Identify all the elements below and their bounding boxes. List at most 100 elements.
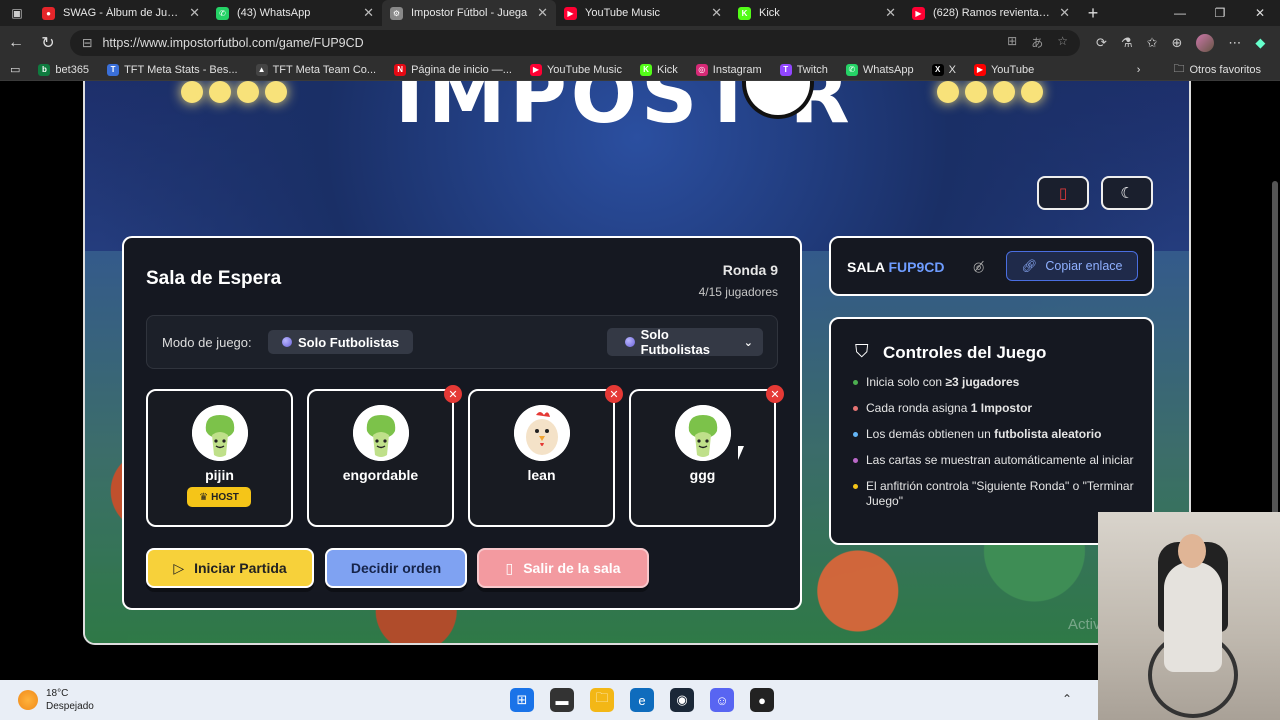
collections-icon[interactable]: ⊕ (1171, 35, 1182, 51)
translate-icon[interactable]: あ (1031, 34, 1043, 51)
start-icon[interactable]: ⊞ (510, 688, 534, 712)
stadium-light-left-icon (181, 81, 287, 103)
host-badge: ♛ HOST (187, 487, 251, 507)
browser-tab[interactable]: ⚙ Impostor Fútbol - Juega ✕ (382, 0, 556, 26)
apps-icon[interactable]: ⊞ (1007, 34, 1017, 51)
room-code-card: SALA FUP9CD ◎̸ 🔗︎ Copiar enlace (829, 236, 1154, 296)
back-icon[interactable]: ← (0, 34, 32, 52)
moon-icon: ☾ (1120, 185, 1134, 202)
task-view-icon[interactable]: ▬ (550, 688, 574, 712)
close-icon[interactable]: ✕ (885, 5, 896, 21)
bookmark-item[interactable]: XX (923, 63, 965, 76)
browser-tab[interactable]: ● SWAG - Álbum de Justin ✕ (34, 0, 208, 26)
temperature: 18°C (46, 688, 69, 699)
bookmark-item[interactable]: T Twitch (771, 63, 837, 76)
bookmark-item[interactable]: ▲ TFT Meta Team Co... (247, 63, 386, 76)
bookmark-item[interactable]: N Página de inicio —... (385, 63, 521, 76)
sidebar-toggle-icon[interactable]: ▭ (0, 63, 29, 76)
more-bookmarks-icon[interactable]: › (1137, 64, 1141, 76)
browser-tab[interactable]: ✆ (43) WhatsApp ✕ (208, 0, 382, 26)
mode-select[interactable]: Solo Futbolistas ⌄ (607, 327, 763, 357)
close-icon[interactable]: ✕ (711, 5, 722, 21)
other-favorites[interactable]: 🗀 Otros favoritos (1164, 60, 1270, 79)
close-icon: ✕ (770, 388, 780, 401)
restore-icon[interactable]: ❐ (1200, 0, 1240, 26)
player-name: lean (527, 467, 556, 483)
copy-link-button[interactable]: 🔗︎ Copiar enlace (1006, 251, 1138, 281)
close-icon[interactable]: ✕ (1059, 5, 1070, 21)
remove-player-button[interactable]: ✕ (605, 385, 623, 403)
split-icon[interactable]: ⚗ (1121, 35, 1133, 51)
bookmark-item[interactable]: b bet365 (29, 63, 98, 76)
steam-icon[interactable]: ◉ (670, 688, 694, 712)
reload-icon[interactable]: ↻ (32, 33, 64, 53)
discord-icon[interactable]: ☺ (710, 688, 734, 712)
profile-avatar[interactable] (1196, 33, 1215, 52)
close-icon: ✕ (448, 388, 458, 401)
close-icon[interactable]: ✕ (363, 5, 374, 21)
exit-door-button[interactable]: ▯ (1037, 176, 1089, 210)
player-name: engordable (342, 467, 419, 483)
play-icon: ▷ (173, 559, 185, 576)
bookmark-favicon-icon: K (639, 63, 652, 76)
remove-player-button[interactable]: ✕ (444, 385, 462, 403)
eye-off-icon[interactable]: ◎̸ (973, 259, 984, 275)
window-menu-icon[interactable]: ▣ (0, 0, 34, 26)
bookmark-label: Página de inicio —... (411, 63, 512, 76)
more-icon[interactable]: ⋯ (1228, 35, 1241, 51)
shield-icon: ⛉ (855, 341, 869, 361)
star-icon[interactable]: ☆ (1057, 34, 1068, 51)
browser-tab[interactable]: ▶ (628) Ramos revienta 'Tik ✕ (904, 0, 1078, 26)
bookmark-item[interactable]: ◎ Instagram (687, 63, 771, 76)
bookmark-favicon-icon: X (931, 63, 944, 76)
bookmark-favicon-icon: b (38, 63, 51, 76)
copilot-icon[interactable]: ◆ (1255, 35, 1265, 51)
bookmark-label: TFT Meta Team Co... (272, 63, 377, 76)
start-game-button[interactable]: ▷ Iniciar Partida (146, 548, 314, 588)
url-field[interactable]: ⊟ https://www.impostorfutbol.com/game/FU… (70, 29, 1080, 56)
extensions-icon[interactable]: ⟳ (1096, 35, 1107, 51)
leave-room-button[interactable]: ▯ Salir de la sala (477, 548, 649, 588)
browser-tab[interactable]: K Kick ✕ (730, 0, 904, 26)
bookmark-label: Instagram (712, 63, 762, 76)
bookmark-item[interactable]: ▶ YouTube Music (521, 63, 631, 76)
minimize-icon[interactable]: — (1160, 0, 1200, 26)
stadium-light-right-icon (937, 81, 1043, 103)
rule-item: Los demás obtienen un futbolista aleator… (853, 427, 1138, 442)
bookmark-item[interactable]: K Kick (631, 63, 687, 76)
bullet-icon (853, 406, 858, 411)
bookmark-label: YouTube (990, 63, 1035, 76)
file-explorer-icon[interactable]: 🗀 (590, 688, 614, 712)
browser-tab[interactable]: ▶ YouTube Music ✕ (556, 0, 730, 26)
url-text: https://www.impostorfutbol.com/game/FUP9… (102, 35, 364, 50)
weather-condition: Despejado (46, 701, 94, 712)
bookmark-item[interactable]: ✆ WhatsApp (837, 63, 923, 76)
link-icon: 🔗︎ (1021, 258, 1038, 273)
close-icon[interactable]: ✕ (189, 5, 200, 21)
tray-chevron-up-icon[interactable]: ⌃ (1062, 692, 1072, 706)
decide-order-button[interactable]: Decidir orden (325, 548, 467, 588)
theme-toggle-button[interactable]: ☾ (1101, 176, 1153, 210)
player-avatar (353, 405, 409, 461)
game-mode-panel: Modo de juego: Solo Futbolistas Solo Fut… (146, 315, 778, 369)
bookmark-item[interactable]: T TFT Meta Stats - Bes... (98, 63, 247, 76)
game-area: IMPOST R ▯ ☾ Sala de Espera Ronda 9 4/15… (83, 81, 1191, 645)
app-icon[interactable]: ● (750, 688, 774, 712)
rule-item: Las cartas se muestran automáticamente a… (853, 453, 1138, 468)
waiting-room-title: Sala de Espera (146, 268, 282, 289)
weather-widget[interactable]: 18°C Despejado (18, 687, 94, 713)
new-tab-button[interactable]: + (1078, 3, 1108, 24)
player-name: ggg (689, 467, 716, 483)
site-info-icon[interactable]: ⊟ (82, 35, 92, 50)
round-label: Ronda 9 (722, 262, 778, 278)
tab-label: Impostor Fútbol - Juega (411, 7, 528, 19)
bookmark-label: TFT Meta Stats - Bes... (124, 63, 238, 76)
close-icon[interactable]: ✕ (537, 5, 548, 21)
remove-player-button[interactable]: ✕ (766, 385, 784, 403)
edge-icon[interactable]: e (630, 688, 654, 712)
close-window-icon[interactable]: ✕ (1240, 0, 1280, 26)
favorites-icon[interactable]: ✩ (1147, 35, 1158, 51)
bookmark-item[interactable]: ▶ YouTube (965, 63, 1043, 76)
controls-title: Controles del Juego (883, 343, 1047, 362)
player-card: pijin ♛ HOST (146, 389, 293, 527)
